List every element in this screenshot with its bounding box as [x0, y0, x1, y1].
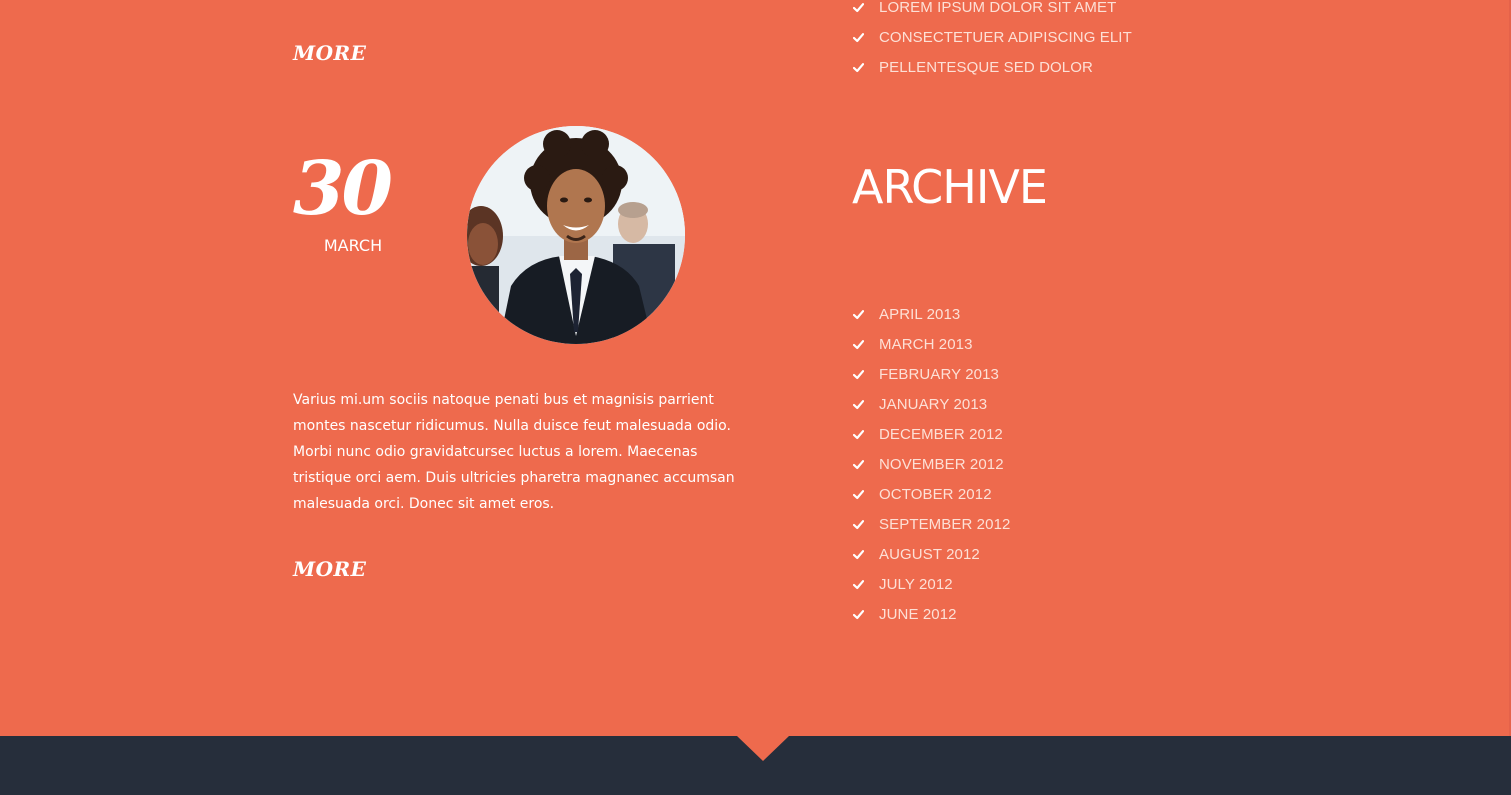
archive-item-label[interactable]: JULY 2012 [879, 576, 953, 593]
archive-item-label[interactable]: FEBRUARY 2013 [879, 366, 999, 383]
post-avatar-image[interactable] [467, 126, 685, 344]
check-icon [853, 339, 864, 350]
footer-down-arrow-icon [737, 736, 789, 761]
archive-item[interactable]: OCTOBER 2012 [853, 479, 1010, 509]
check-icon [853, 309, 864, 320]
more-link-bottom[interactable]: MORE [293, 557, 366, 581]
post-excerpt: Varius mi.um sociis natoque penati bus e… [293, 392, 735, 512]
check-icon [853, 429, 864, 440]
list-item[interactable]: PELLENTESQUE SED DOLOR [853, 52, 1132, 82]
post-date-month: MARCH [323, 236, 383, 255]
check-icon [853, 369, 864, 380]
archive-item[interactable]: NOVEMBER 2012 [853, 449, 1010, 479]
check-icon [853, 579, 864, 590]
check-icon [853, 489, 864, 500]
archive-item-label[interactable]: DECEMBER 2012 [879, 426, 1003, 443]
archive-item-label[interactable]: OCTOBER 2012 [879, 486, 992, 503]
check-icon [853, 549, 864, 560]
check-icon [853, 399, 864, 410]
archive-item-label[interactable]: JANUARY 2013 [879, 396, 987, 413]
list-item-label[interactable]: LOREM IPSUM DOLOR SIT AMET [879, 0, 1116, 16]
archive-heading: ARCHIVE [852, 160, 1048, 214]
archive-item[interactable]: APRIL 2013 [853, 299, 1010, 329]
archive-item[interactable]: JUNE 2012 [853, 599, 1010, 629]
page: MORE 30 MARCH Varius mi.um sociis natoqu… [0, 0, 1511, 795]
check-icon [853, 62, 864, 73]
archive-item-label[interactable]: JUNE 2012 [879, 606, 957, 623]
list-item[interactable]: CONSECTETUER ADIPISCING ELIT [853, 22, 1132, 52]
top-link-list: LOREM IPSUM DOLOR SIT AMET CONSECTETUER … [853, 0, 1132, 82]
check-icon [853, 519, 864, 530]
post-date-day: 30 [293, 146, 393, 232]
archive-item-label[interactable]: MARCH 2013 [879, 336, 973, 353]
archive-item-label[interactable]: SEPTEMBER 2012 [879, 516, 1010, 533]
archive-item[interactable]: FEBRUARY 2013 [853, 359, 1010, 389]
archive-item[interactable]: MARCH 2013 [853, 329, 1010, 359]
more-link-top[interactable]: MORE [293, 41, 366, 65]
list-item-label[interactable]: CONSECTETUER ADIPISCING ELIT [879, 29, 1132, 46]
archive-item-label[interactable]: APRIL 2013 [879, 306, 960, 323]
check-icon [853, 32, 864, 43]
archive-item[interactable]: DECEMBER 2012 [853, 419, 1010, 449]
archive-item[interactable]: JANUARY 2013 [853, 389, 1010, 419]
archive-item-label[interactable]: AUGUST 2012 [879, 546, 980, 563]
check-icon [853, 609, 864, 620]
archive-item[interactable]: SEPTEMBER 2012 [853, 509, 1010, 539]
list-item[interactable]: LOREM IPSUM DOLOR SIT AMET [853, 0, 1132, 22]
archive-item-label[interactable]: NOVEMBER 2012 [879, 456, 1004, 473]
archive-list: APRIL 2013 MARCH 2013 FEBRUARY 2013 JANU… [853, 299, 1010, 629]
check-icon [853, 459, 864, 470]
check-icon [853, 2, 864, 13]
archive-item[interactable]: AUGUST 2012 [853, 539, 1010, 569]
archive-item[interactable]: JULY 2012 [853, 569, 1010, 599]
list-item-label[interactable]: PELLENTESQUE SED DOLOR [879, 59, 1093, 76]
